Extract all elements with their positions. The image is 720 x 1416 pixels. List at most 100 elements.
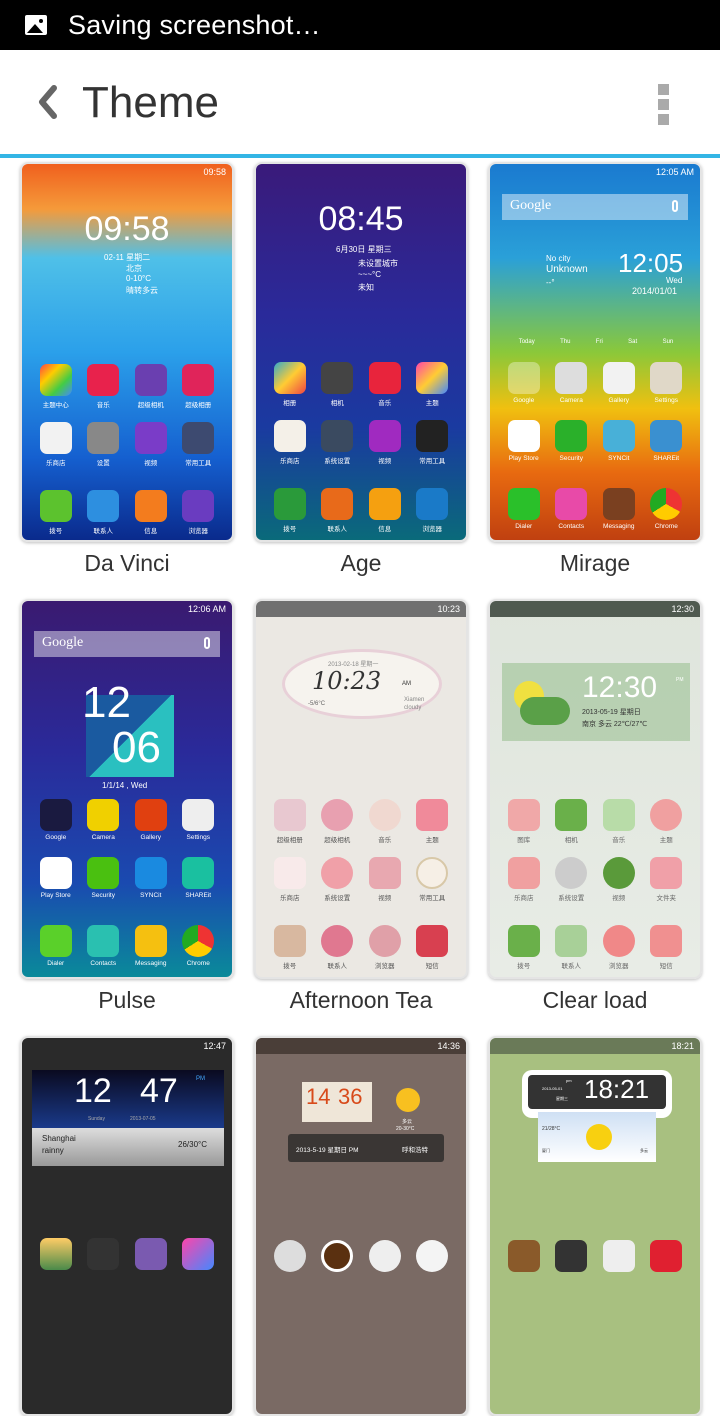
preview-clock-hour: 14 [306,1084,331,1109]
forecast-row: Today Thu Fri Sat Sun [518,339,674,345]
app-icon: Contacts [554,488,588,530]
theme-name: Mirage [559,550,631,576]
app-icon: 浏览器 [368,925,402,970]
preview-city: 北京 [126,264,142,273]
app-icon: 设置 [86,422,120,467]
preview-clock: 09:58 [84,210,170,248]
preview-temp: 20-30°C [396,1126,415,1132]
preview-temp: --° [546,278,555,287]
app-icon: Camera [554,362,588,404]
app-icon: 系统设置 [554,857,588,902]
app-icon: 音乐 [86,364,120,409]
preview-status-time: 18:21 [490,1038,700,1054]
app-icon: 浏览器 [415,488,449,533]
preview-weather: 南京 多云 22℃/27℃ [582,721,648,728]
app-icon: 相机 [554,799,588,844]
sun-icon [396,1088,420,1112]
app-icon: 主题 [415,362,449,407]
preview-date: 2013-5-19 星期日 PM [296,1147,359,1154]
theme-preview[interactable]: 12:05 AM Google No city Unknown --° 12:0… [488,162,702,542]
dock-row: Dialer Contacts Messaging Chrome [490,488,700,530]
app-icon: 视频 [602,857,636,902]
image-icon [25,15,47,35]
app-icon: 常用工具 [415,420,449,465]
app-icon: 系统设置 [320,857,354,902]
preview-clock-minute: 06 [112,723,161,772]
theme-preview[interactable]: 18:21 18:21 pm 2013-05-01 星期三 21/28°C 厦门… [488,1036,702,1416]
preview-date: 2014/01/01 [632,286,678,296]
preview-temp: ~~~°C [358,270,381,279]
app-icon: SHAREit [649,420,683,462]
accent-divider [0,154,720,158]
app-icon: 乐商店 [507,857,541,902]
app-row: 图库 相机 音乐 主题 [490,799,700,844]
app-icon: 超级相机 [320,799,354,844]
app-icon: Google [39,799,73,841]
theme-preview[interactable]: 08:45 6月30日 星期三 未设置城市 ~~~°C 未知 相册 相机 音乐 … [254,162,468,542]
app-row [22,1238,232,1270]
preview-date: 2013-05-01 [542,1086,563,1091]
app-icon: Chrome [181,925,215,967]
app-icon: Dialer [39,925,73,967]
app-icon: 音乐 [368,362,402,407]
status-bar: Saving screenshot… [0,0,720,50]
app-icon: Settings [649,362,683,404]
preview-city: No city [546,254,571,263]
app-icon: 联系人 [86,490,120,535]
dock-row: Dialer Contacts Messaging Chrome [22,925,232,967]
overflow-menu-icon[interactable] [652,82,676,126]
preview-temp: -5/6°C [308,701,326,707]
app-icon: Security [86,857,120,899]
app-icon: 乐商店 [273,420,307,465]
preview-status-time: 14:36 [256,1038,466,1054]
dock-row: 拨号 联系人 信息 浏览器 [256,488,466,533]
status-text: Saving screenshot… [68,9,321,40]
theme-preview[interactable]: 12:06 AM Google 12 06 1/1/14 , Wed Googl… [20,599,234,979]
app-icon: 信息 [368,488,402,533]
theme-preview[interactable]: 10:23 2013-02-18 星期一 10:23 AM -5/6°C Xia… [254,599,468,979]
app-icon: 主题 [649,799,683,844]
app-icon: Contacts [86,925,120,967]
app-icon: 乐商店 [39,422,73,467]
preview-day: 星期三 [556,1096,568,1101]
app-icon: 拨号 [273,488,307,533]
dock-row: 拨号 联系人 浏览器 短信 [490,925,700,970]
app-icon: 短信 [649,925,683,970]
app-icon: 视频 [368,857,402,902]
app-icon: Messaging [134,925,168,967]
app-row: Play Store Security SYNCit SHAREit [22,857,232,899]
preview-status-time: 10:23 [256,601,466,617]
app-row: Google Camera Gallery Settings [490,362,700,404]
preview-weather: 多云 [402,1119,413,1125]
app-icon: 短信 [415,925,449,970]
app-icon: Messaging [602,488,636,530]
preview-status-time: 12:47 [203,1041,226,1051]
app-icon: 联系人 [320,488,354,533]
app-icon: 联系人 [320,925,354,970]
app-icon: Security [554,420,588,462]
app-icon: 浏览器 [181,490,215,535]
theme-preview[interactable]: 14:36 14 36 多云 20-30°C 2013-5-19 星期日 PM … [254,1036,468,1416]
app-icon: 联系人 [554,925,588,970]
app-row: Play Store Security SYNCit SHAREit [490,420,700,462]
theme-preview[interactable]: 09:58 09:58 02-11 星期二 北京 0-10°C 晴转多云 主题中… [20,162,234,542]
preview-clock: 10:23 [312,667,382,695]
preview-city: 厦门 [542,1148,550,1153]
preview-status-time: 09:58 [203,167,226,177]
chevron-left-icon[interactable] [32,82,62,122]
app-icon: SYNCit [134,857,168,899]
theme-preview[interactable]: 12:30 12:30 PM 2013-05-19 星期日 南京 多云 22℃/… [488,599,702,979]
theme-preview[interactable]: 12:47 12 47 PM Sunday 2013-07-05 Shangha… [20,1036,234,1416]
app-icon: 相机 [320,362,354,407]
app-icon: 系统设置 [320,420,354,465]
preview-status-time: 12:30 [490,601,700,617]
app-row: 乐商店 系统设置 视频 常用工具 [256,420,466,465]
preview-date: 6月30日 星期三 [336,245,392,254]
app-icon: 常用工具 [181,422,215,467]
preview-clock-hour: 12 [74,1072,112,1110]
app-icon: 视频 [134,422,168,467]
preview-search-bar: Google [502,194,688,220]
preview-clock: 12:30 [582,671,658,704]
app-icon: Gallery [602,362,636,404]
mic-icon [672,200,678,212]
